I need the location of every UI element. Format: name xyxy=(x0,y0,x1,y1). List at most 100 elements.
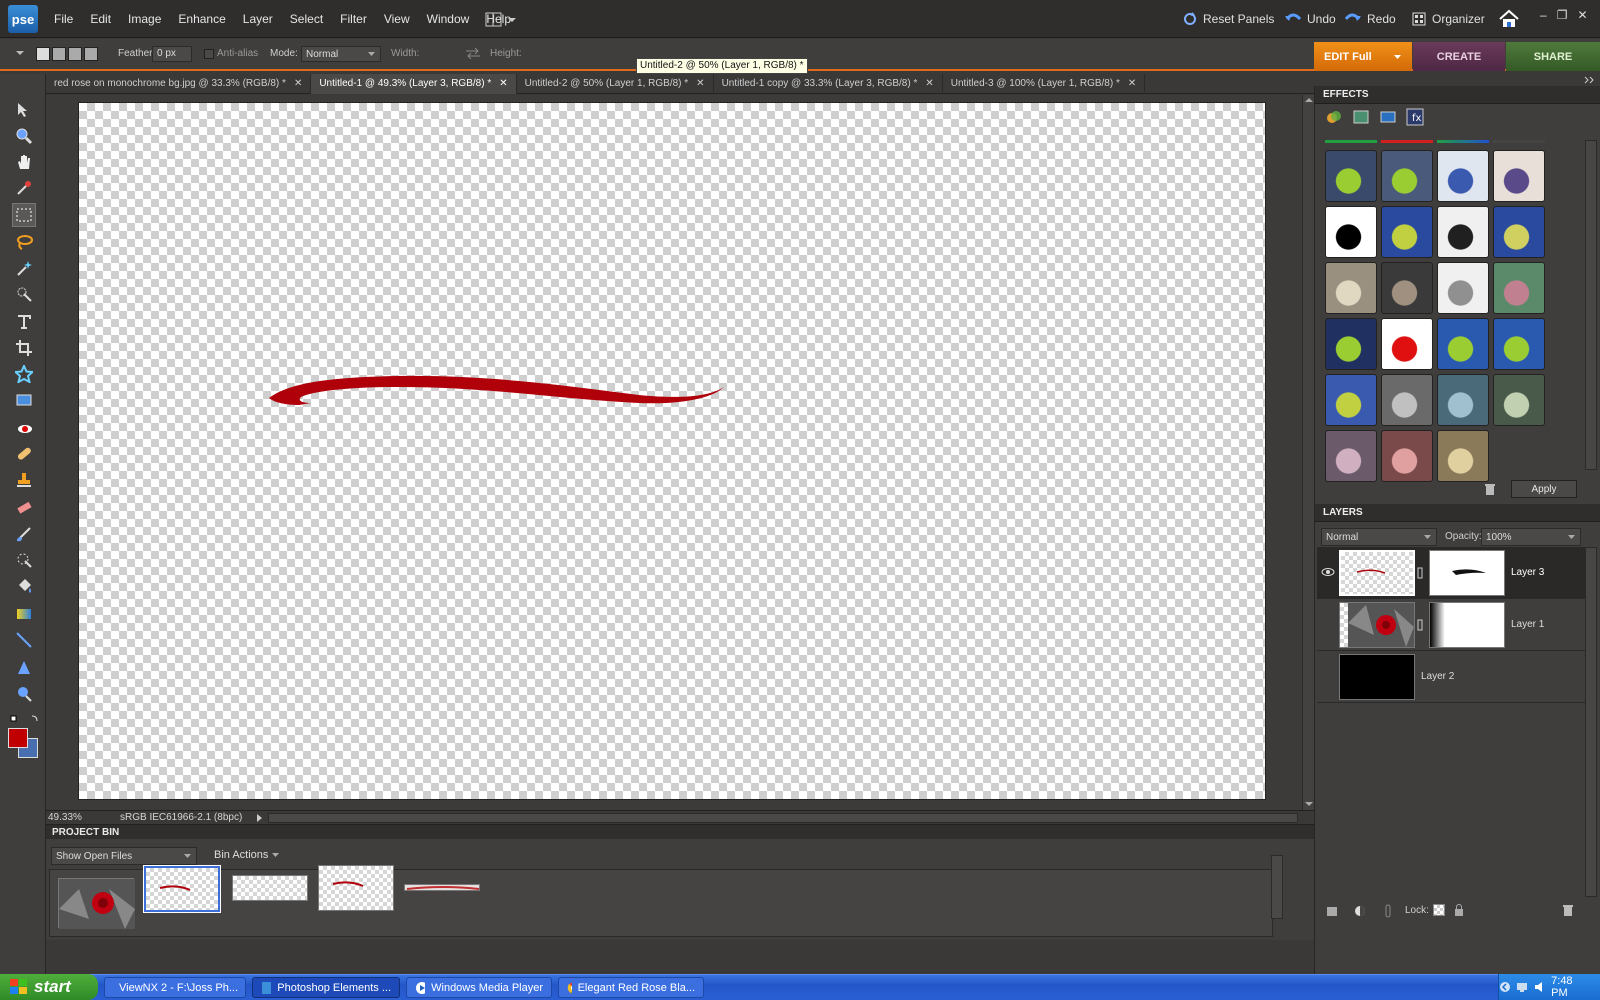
workspace-layout-button[interactable] xyxy=(484,11,520,29)
status-menu-arrow-icon[interactable] xyxy=(256,814,264,822)
close-icon[interactable]: ✕ xyxy=(925,78,933,89)
sponge-tool[interactable] xyxy=(12,682,36,706)
redo-button[interactable]: Redo xyxy=(1345,0,1396,38)
magic-wand-tool[interactable] xyxy=(12,256,36,280)
foreground-color-swatch[interactable] xyxy=(8,728,28,748)
network-icon[interactable] xyxy=(1516,981,1528,993)
bin-scrollbar[interactable] xyxy=(1271,855,1283,919)
move-tool[interactable] xyxy=(12,98,36,122)
menu-image[interactable]: Image xyxy=(128,12,161,26)
effect-thumbnail[interactable] xyxy=(1325,318,1377,370)
zoom-tool[interactable] xyxy=(12,124,36,148)
doc-tab-untitled-3[interactable]: Untitled-3 @ 100% (Layer 1, RGB/8) * ✕ xyxy=(943,73,1146,94)
effects-scrollbar[interactable] xyxy=(1585,140,1597,470)
default-colors-icon[interactable] xyxy=(10,714,40,724)
clone-stamp-tool[interactable] xyxy=(12,468,36,492)
eraser-tool[interactable] xyxy=(12,496,36,520)
lock-icon[interactable] xyxy=(1453,903,1465,917)
blend-mode-select[interactable]: Normal xyxy=(1321,528,1437,546)
doc-tab-untitled-1[interactable]: Untitled-1 @ 49.3% (Layer 3, RGB/8) * ✕ xyxy=(311,73,517,94)
effect-thumbnail[interactable] xyxy=(1493,150,1545,202)
organizer-button[interactable]: Organizer xyxy=(1412,0,1485,38)
layer-row-layer-1[interactable]: Layer 1 xyxy=(1317,599,1595,651)
add-selection-button[interactable] xyxy=(52,47,66,61)
effect-thumbnail[interactable] xyxy=(1325,430,1377,482)
document-canvas[interactable] xyxy=(78,102,1266,800)
sharpen-tool[interactable] xyxy=(12,656,36,680)
minimize-icon[interactable]: – xyxy=(1540,8,1547,22)
effect-thumbnail[interactable] xyxy=(1381,262,1433,314)
layers-scrollbar[interactable] xyxy=(1585,547,1597,897)
start-button[interactable]: start xyxy=(0,974,98,1000)
opacity-input[interactable]: 100% xyxy=(1481,528,1581,546)
home-button[interactable] xyxy=(1498,9,1520,29)
paint-bucket-tool[interactable] xyxy=(12,574,36,598)
tray-expand-icon[interactable] xyxy=(1499,981,1511,993)
effect-thumbnail[interactable] xyxy=(1493,374,1545,426)
menu-enhance[interactable]: Enhance xyxy=(178,12,225,26)
collapse-panels-icon[interactable] xyxy=(1584,76,1596,84)
rectangular-marquee-tool[interactable] xyxy=(12,203,36,227)
layer-row-layer-3[interactable]: Layer 3 xyxy=(1317,547,1595,599)
new-layer-icon[interactable] xyxy=(1325,904,1339,918)
red-eye-tool[interactable] xyxy=(12,416,36,440)
bin-thumb-untitled-1[interactable] xyxy=(143,865,221,913)
close-icon[interactable]: ✕ xyxy=(696,78,704,89)
menu-filter[interactable]: Filter xyxy=(340,12,367,26)
delete-layer-icon[interactable] xyxy=(1561,903,1575,917)
taskbar-item-chrome[interactable]: Elegant Red Rose Bla... xyxy=(558,977,704,998)
zoom-level[interactable]: 49.33% xyxy=(48,812,82,823)
effect-thumbnail[interactable] xyxy=(1493,262,1545,314)
effect-thumbnail[interactable] xyxy=(1493,206,1545,258)
effect-thumbnail[interactable] xyxy=(1437,374,1489,426)
healing-brush-tool[interactable] xyxy=(12,442,36,466)
close-icon[interactable]: ✕ xyxy=(1128,78,1136,89)
eyedropper-tool[interactable] xyxy=(12,176,36,200)
layer-1-mask-thumbnail[interactable] xyxy=(1429,602,1505,648)
canvas-vertical-scrollbar[interactable] xyxy=(1302,95,1314,810)
tool-preset-dropdown-icon[interactable] xyxy=(16,49,26,57)
menu-view[interactable]: View xyxy=(384,12,410,26)
menu-layer[interactable]: Layer xyxy=(243,12,273,26)
apply-effect-button[interactable]: Apply xyxy=(1511,480,1577,498)
eye-icon[interactable] xyxy=(1321,567,1335,577)
effect-thumbnail[interactable] xyxy=(1437,262,1489,314)
effect-thumbnail[interactable] xyxy=(1325,374,1377,426)
share-tab[interactable]: SHARE xyxy=(1506,42,1600,71)
effect-thumbnail[interactable] xyxy=(1437,150,1489,202)
effect-thumbnail[interactable] xyxy=(1437,430,1489,482)
link-layers-icon[interactable] xyxy=(1381,904,1395,918)
undo-button[interactable]: Undo xyxy=(1285,0,1336,38)
subtract-selection-button[interactable] xyxy=(68,47,82,61)
effect-thumbnail[interactable] xyxy=(1381,206,1433,258)
photo-effects-icon[interactable] xyxy=(1379,108,1397,126)
menu-file[interactable]: File xyxy=(54,12,73,26)
doc-tab-untitled-1-copy[interactable]: Untitled-1 copy @ 33.3% (Layer 3, RGB/8)… xyxy=(714,73,943,94)
all-effects-icon[interactable]: fx xyxy=(1406,108,1424,126)
reset-panels-button[interactable]: Reset Panels xyxy=(1183,0,1274,38)
scroll-down-icon[interactable] xyxy=(1305,801,1313,807)
quick-selection-tool[interactable] xyxy=(12,282,36,306)
visibility-toggle[interactable] xyxy=(1321,619,1335,629)
trash-icon[interactable] xyxy=(1483,482,1497,496)
close-icon[interactable]: ✕ xyxy=(1577,8,1587,22)
cookie-cutter-tool[interactable] xyxy=(12,362,36,386)
intersect-selection-button[interactable] xyxy=(84,47,98,61)
line-tool[interactable] xyxy=(12,628,36,652)
layer-styles-icon[interactable] xyxy=(1352,108,1370,126)
menu-window[interactable]: Window xyxy=(427,12,470,26)
mode-select[interactable]: Normal xyxy=(301,46,381,62)
new-selection-button[interactable] xyxy=(36,47,50,61)
doc-tab-untitled-2[interactable]: Untitled-2 @ 50% (Layer 1, RGB/8) * ✕ xyxy=(517,73,714,94)
effect-thumbnail[interactable] xyxy=(1437,318,1489,370)
effect-thumbnail[interactable] xyxy=(1493,318,1545,370)
effect-thumbnail[interactable] xyxy=(1381,374,1433,426)
restore-icon[interactable]: ❐ xyxy=(1557,8,1568,22)
menu-select[interactable]: Select xyxy=(290,12,323,26)
swap-dimensions-icon[interactable] xyxy=(465,47,481,59)
effect-thumbnail[interactable] xyxy=(1325,206,1377,258)
taskbar-item-photoshop[interactable]: Photoshop Elements ... xyxy=(252,977,400,998)
taskbar-item-media-player[interactable]: Windows Media Player xyxy=(406,977,552,998)
effect-thumbnail[interactable] xyxy=(1381,430,1433,482)
feather-input[interactable]: 0 px xyxy=(152,46,192,62)
